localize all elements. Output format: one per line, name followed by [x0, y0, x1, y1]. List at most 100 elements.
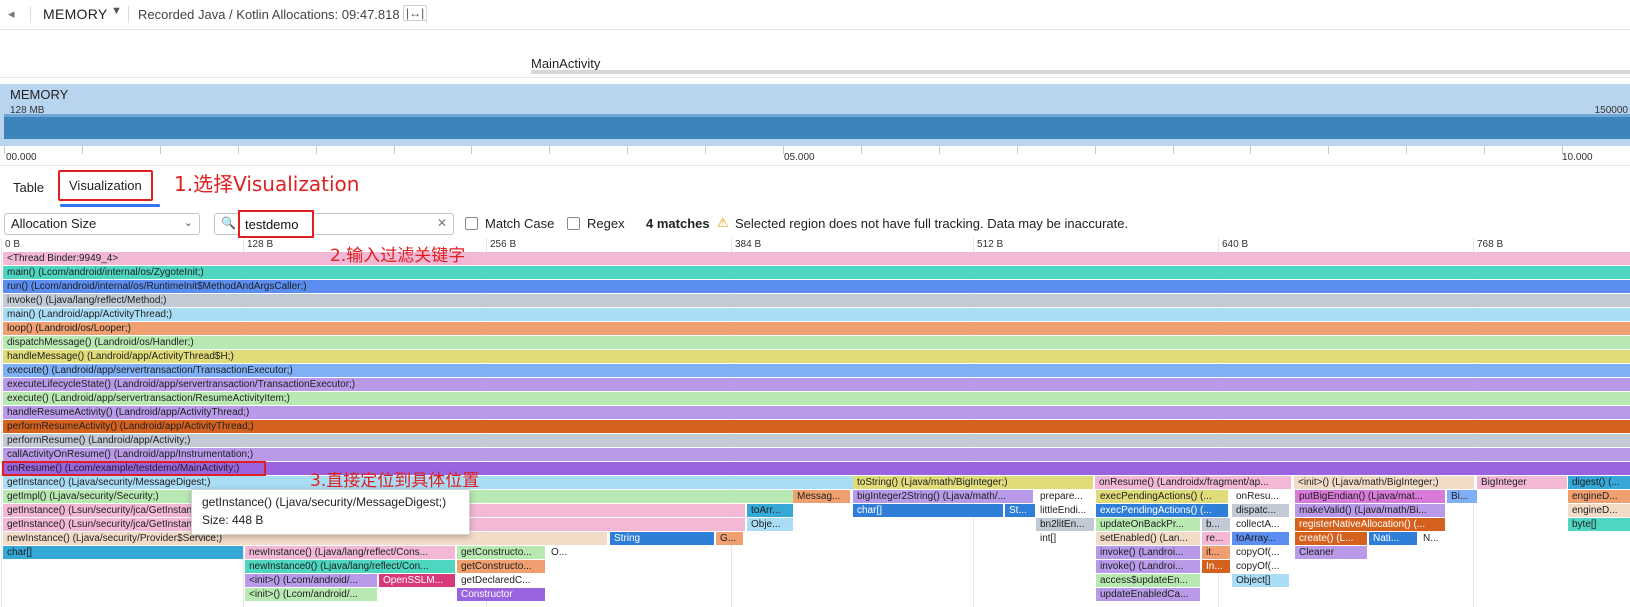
tab-table[interactable]: Table	[13, 180, 44, 195]
flame-frame[interactable]: prepare...	[1036, 490, 1094, 503]
warning-text: Selected region does not have full track…	[735, 216, 1129, 231]
clear-icon[interactable]: ✕	[437, 216, 447, 230]
flame-frame[interactable]: getConstructo...	[457, 560, 545, 573]
back-arrow-icon[interactable]: ◂	[8, 6, 24, 22]
flame-frame[interactable]: int[]	[1036, 532, 1094, 545]
flame-frame[interactable]: execute() (Landroid/app/servertransactio…	[3, 392, 1630, 405]
flame-frame[interactable]: copyOf(...	[1232, 560, 1289, 573]
flame-frame[interactable]: onResume() (Landroidx/fragment/ap...	[1095, 476, 1291, 489]
flame-frame[interactable]: run() (Lcom/android/internal/os/RuntimeI…	[3, 280, 1630, 293]
flame-frame[interactable]: <init>() (Lcom/android/...	[245, 588, 377, 601]
match-case-label[interactable]: Match Case	[485, 216, 554, 231]
flame-frame[interactable]: byte[]	[1568, 518, 1630, 531]
flame-frame[interactable]: Messag...	[793, 490, 850, 503]
flame-frame[interactable]: execPendingActions() (...	[1096, 504, 1228, 517]
flame-frame[interactable]: bigInteger2String() (Ljava/math/...	[853, 490, 1033, 503]
flame-frame[interactable]: toArray...	[1232, 532, 1289, 545]
flame-frame[interactable]: String	[610, 532, 714, 545]
flame-frame[interactable]: getDeclaredC...	[457, 574, 545, 587]
tab-visualization[interactable]: Visualization	[58, 170, 153, 201]
flame-frame[interactable]: toArr...	[747, 504, 793, 517]
flame-chart[interactable]: 0 B 128 B 256 B 384 B 512 B 640 B 768 B <Thread…	[0, 238, 1630, 607]
flame-frame[interactable]: onResu...	[1232, 490, 1289, 503]
flame-frame[interactable]: setEnabled() (Lan...	[1096, 532, 1200, 545]
flame-frame[interactable]: registerNativeAllocation() (...	[1295, 518, 1445, 531]
flame-frame[interactable]: dispatc...	[1232, 504, 1289, 517]
flame-frame[interactable]: loop() (Landroid/os/Looper;)	[3, 322, 1630, 335]
flame-frame[interactable]: Cleaner	[1295, 546, 1367, 559]
flame-frame[interactable]: engineD...	[1568, 504, 1630, 517]
flame-frame[interactable]: callActivityOnResume() (Landroid/app/Ins…	[3, 448, 1630, 461]
flame-frame[interactable]: St...	[1005, 504, 1035, 517]
flame-frame[interactable]: performResume() (Landroid/app/Activity;)	[3, 434, 1630, 447]
flame-frame[interactable]: G...	[716, 532, 743, 545]
flame-frame[interactable]: handleMessage() (Landroid/app/ActivityTh…	[3, 350, 1630, 363]
allocation-mode-value: Allocation Size	[11, 216, 97, 231]
flame-frame[interactable]: re...	[1202, 532, 1230, 545]
flame-frame[interactable]: dispatchMessage() (Landroid/os/Handler;)	[3, 336, 1630, 349]
flame-frame[interactable]: char[]	[3, 546, 243, 559]
flame-frame[interactable]: it...	[1202, 546, 1230, 559]
flame-frame[interactable]: newInstance0() (Ljava/lang/reflect/Con..…	[245, 560, 455, 573]
fit-width-icon[interactable]: |↔|	[403, 5, 428, 21]
flame-frame[interactable]: create() (L...	[1295, 532, 1367, 545]
flame-match-highlight[interactable]	[2, 461, 266, 476]
flame-frame[interactable]: collectA...	[1232, 518, 1289, 531]
flame-frame[interactable]: performResumeActivity() (Landroid/app/Ac…	[3, 420, 1630, 433]
flame-frame[interactable]: N...	[1419, 532, 1445, 545]
flame-frame[interactable]: updateOnBackPr...	[1096, 518, 1200, 531]
flame-frame[interactable]: newInstance() (Ljava/lang/reflect/Cons..…	[245, 546, 455, 559]
memory-graph	[4, 117, 1630, 139]
profiler-title[interactable]: MEMORY	[43, 6, 108, 22]
flame-frame[interactable]: access$updateEn...	[1096, 574, 1200, 587]
chevron-down-icon[interactable]: ▼	[111, 5, 122, 17]
flame-frame[interactable]: copyOf(...	[1232, 546, 1289, 559]
flame-frame[interactable]: handleResumeActivity() (Landroid/app/Act…	[3, 406, 1630, 419]
match-case-checkbox[interactable]	[465, 217, 478, 230]
flame-frame[interactable]: toString() (Ljava/math/BigInteger;)	[853, 476, 1093, 489]
flame-frame[interactable]: makeValid() (Ljava/math/Bi...	[1295, 504, 1445, 517]
memory-track[interactable]: MEMORY 128 MB 150000	[0, 84, 1630, 146]
filter-search[interactable]: 🔍 testdemo ✕	[214, 210, 454, 238]
flame-frame[interactable]: char[]	[853, 504, 1003, 517]
search-input[interactable]: testdemo	[238, 210, 314, 238]
flame-frame[interactable]: execPendingActions() (...	[1096, 490, 1228, 503]
time-ruler[interactable]: 00.000 05.000 10.000	[0, 146, 1630, 166]
flame-frame[interactable]: O...	[547, 546, 575, 559]
flame-frame[interactable]: In...	[1202, 560, 1230, 573]
memory-track-label: MEMORY	[10, 87, 69, 102]
toolbar-divider	[426, 6, 427, 23]
flame-frame[interactable]: <Thread Binder:9949_4>	[3, 252, 1630, 265]
flame-frame[interactable]: digest() (...	[1568, 476, 1630, 489]
flame-frame[interactable]: main() (Landroid/app/ActivityThread;)	[3, 308, 1630, 321]
flame-frame[interactable]: BigInteger	[1477, 476, 1567, 489]
flame-frame[interactable]: OpenSSLM...	[379, 574, 455, 587]
flame-frame[interactable]: bn2litEn...	[1036, 518, 1094, 531]
allocation-mode-select[interactable]: Allocation Size ⌄	[4, 213, 200, 235]
flame-frame[interactable]: Object[]	[1232, 574, 1289, 587]
regex-checkbox[interactable]	[567, 217, 580, 230]
flame-frame[interactable]: <init>() (Ljava/math/BigInteger;)	[1294, 476, 1474, 489]
flame-frame[interactable]: littleEndi...	[1036, 504, 1094, 517]
flame-frame[interactable]: invoke() (Landroi...	[1096, 546, 1200, 559]
flame-frame[interactable]: b...	[1202, 518, 1230, 531]
flame-frame[interactable]: Bi...	[1447, 490, 1477, 503]
activity-label: MainActivity	[531, 56, 601, 71]
flame-frame[interactable]: invoke() (Landroi...	[1096, 560, 1200, 573]
flame-frame[interactable]: main() (Lcom/android/internal/os/ZygoteI…	[3, 266, 1630, 279]
flame-frame[interactable]: engineD...	[1568, 490, 1630, 503]
flame-frame[interactable]: Obje...	[747, 518, 793, 531]
flame-frame[interactable]: <init>() (Lcom/android/...	[245, 574, 377, 587]
flame-frame[interactable]: execute() (Landroid/app/servertransactio…	[3, 364, 1630, 377]
time-ruler-tick	[393, 146, 395, 154]
activity-bar[interactable]	[531, 70, 1630, 74]
flame-frame[interactable]: getConstructo...	[457, 546, 545, 559]
regex-label[interactable]: Regex	[587, 216, 625, 231]
flame-frame[interactable]: updateEnabledCa...	[1096, 588, 1200, 601]
flame-frame[interactable]: putBigEndian() (Ljava/mat...	[1295, 490, 1445, 503]
flame-frame[interactable]: Nati...	[1369, 532, 1417, 545]
flame-frame[interactable]: Constructor	[457, 588, 545, 601]
flame-frame[interactable]: invoke() (Ljava/lang/reflect/Method;)	[3, 294, 1630, 307]
flame-frame[interactable]: executeLifecycleState() (Landroid/app/se…	[3, 378, 1630, 391]
size-axis-label: 640 B	[1222, 239, 1249, 250]
